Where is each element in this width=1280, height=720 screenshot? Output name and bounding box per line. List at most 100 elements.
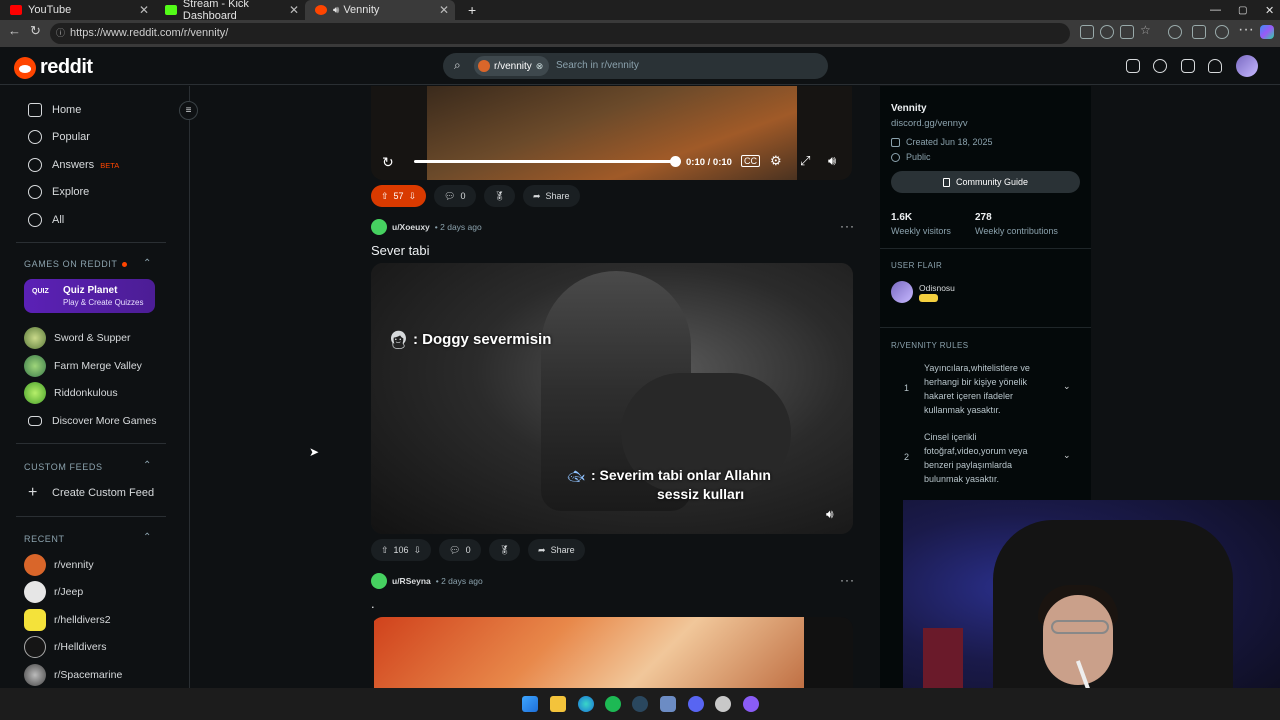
read-aloud-icon[interactable]: [1120, 25, 1134, 39]
recent-title[interactable]: RECENT: [24, 534, 65, 544]
site-info-icon[interactable]: ⓘ: [56, 23, 65, 44]
close-icon[interactable]: ✕: [139, 3, 149, 17]
rule-item[interactable]: 2 Cinsel içerikli fotoğraf,video,yorum v…: [900, 430, 1080, 486]
maximize-button[interactable]: ▢: [1228, 0, 1247, 20]
app-icon[interactable]: [715, 696, 731, 712]
post-media[interactable]: [371, 617, 853, 688]
recent-item-vennity[interactable]: r/vennity: [24, 554, 94, 576]
sidebar-item-home[interactable]: Home: [28, 100, 81, 120]
upvote-icon[interactable]: ⇧: [381, 545, 389, 556]
app-icon[interactable]: [743, 696, 759, 712]
minimize-button[interactable]: —: [1200, 0, 1221, 20]
url-input[interactable]: ⓘ https://www.reddit.com/r/vennity/: [50, 23, 1070, 44]
back-icon[interactable]: ←: [8, 23, 21, 38]
flair-avatar[interactable]: [891, 281, 913, 303]
avatar[interactable]: [371, 573, 387, 589]
community-guide-button[interactable]: Community Guide: [891, 171, 1080, 193]
sidebar-game-riddonkulous[interactable]: Riddonkulous: [24, 382, 118, 404]
search-input[interactable]: ⌕ r/vennity ⊗ Search in r/vennity: [443, 53, 828, 79]
collapse-sidebar-icon[interactable]: ≡: [179, 101, 198, 120]
volume-icon[interactable]: 🔊︎: [826, 507, 834, 522]
award-button[interactable]: 🏅︎: [483, 185, 515, 207]
reddit-logo[interactable]: reddit: [14, 56, 93, 79]
replay-icon[interactable]: ↻: [382, 154, 394, 171]
collections-icon[interactable]: [1192, 25, 1206, 39]
discord-icon[interactable]: [688, 696, 704, 712]
post-author[interactable]: u/Xoeuxy: [392, 222, 430, 232]
app-icon[interactable]: [660, 696, 676, 712]
user-avatar[interactable]: [1236, 55, 1258, 77]
comments-button[interactable]: 💬︎ 0: [439, 539, 481, 561]
zoom-icon[interactable]: [1100, 25, 1114, 39]
fullscreen-icon[interactable]: ⤢: [800, 153, 810, 169]
video-progress-bar[interactable]: [414, 156, 681, 167]
post-author[interactable]: u/RSeyna: [392, 576, 431, 586]
games-section-title[interactable]: GAMES ON REDDIT: [24, 259, 128, 269]
more-options-icon[interactable]: ···: [840, 573, 855, 587]
performance-icon[interactable]: [1215, 25, 1229, 39]
post-title[interactable]: .: [371, 596, 375, 611]
copilot-icon[interactable]: [1260, 25, 1274, 39]
reload-icon[interactable]: ↻: [30, 23, 41, 39]
search-community-chip[interactable]: r/vennity ⊗: [474, 56, 550, 76]
tab-vennity[interactable]: 🔊︎ Vennity ✕: [305, 0, 455, 20]
edge-browser-icon[interactable]: [578, 696, 594, 712]
award-button[interactable]: 🏅︎: [488, 539, 521, 561]
sidebar-item-all[interactable]: All: [28, 210, 64, 230]
settings-gear-icon[interactable]: ⚙: [770, 153, 782, 169]
file-explorer-icon[interactable]: [550, 696, 566, 712]
close-icon[interactable]: ✕: [289, 3, 299, 17]
custom-feeds-title[interactable]: CUSTOM FEEDS: [24, 462, 103, 472]
clear-chip-icon[interactable]: ⊗: [536, 61, 544, 72]
upvote-icon[interactable]: ⇧: [381, 191, 389, 202]
vote-buttons[interactable]: ⇧ 106 ⇩: [371, 539, 432, 561]
progress-knob[interactable]: [670, 156, 681, 167]
quiz-planet-banner[interactable]: QUIZ Quiz Planet Play & Create Quizzes: [24, 279, 155, 313]
tab-kick[interactable]: Stream - Kick Dashboard ✕: [155, 0, 305, 22]
recent-item-jeep[interactable]: r/Jeep: [24, 581, 83, 603]
recent-item-helldivers[interactable]: r/Helldivers: [24, 636, 107, 658]
community-link[interactable]: discord.gg/vennyv: [891, 118, 968, 129]
sidebar-item-answers[interactable]: Answers BETA: [28, 155, 119, 175]
create-custom-feed[interactable]: + Create Custom Feed: [28, 483, 154, 503]
chevron-up-icon[interactable]: ⌃: [143, 258, 151, 269]
recent-item-spacemarine[interactable]: r/Spacemarine: [24, 664, 122, 686]
spotify-icon[interactable]: [605, 696, 621, 712]
notifications-bell-icon[interactable]: [1208, 59, 1222, 73]
sidebar-game-sword-supper[interactable]: Sword & Supper: [24, 327, 130, 349]
vote-buttons[interactable]: ⇧ 57 ⇩: [371, 185, 427, 207]
more-options-icon[interactable]: ···: [840, 219, 855, 233]
new-tab-button[interactable]: +: [458, 0, 478, 20]
chat-icon[interactable]: [1153, 59, 1167, 73]
volume-icon[interactable]: 🔊︎: [828, 153, 836, 169]
chevron-down-icon[interactable]: ⌄: [1063, 381, 1071, 392]
windows-start-icon[interactable]: [522, 696, 538, 712]
downvote-icon[interactable]: ⇩: [414, 545, 422, 556]
post-title[interactable]: Sever tabi: [371, 243, 430, 258]
more-menu-icon[interactable]: ···: [1238, 21, 1254, 38]
post-media[interactable]: 👩︎ : Doggy severmisin 🐟︎ : Severim tabi …: [371, 263, 853, 534]
avatar[interactable]: [371, 219, 387, 235]
create-post-icon[interactable]: [1181, 59, 1195, 73]
sidebar-item-popular[interactable]: Popular: [28, 127, 90, 147]
comments-button[interactable]: 💬︎ 0: [434, 185, 476, 207]
downvote-icon[interactable]: ⇩: [409, 191, 417, 202]
share-button[interactable]: ➦ Share: [528, 539, 585, 561]
chevron-up-icon[interactable]: ⌃: [143, 460, 151, 471]
tab-youtube[interactable]: YouTube ✕: [0, 0, 155, 20]
captions-icon[interactable]: CC: [741, 155, 760, 167]
steam-icon[interactable]: [632, 696, 648, 712]
sidebar-item-explore[interactable]: Explore: [28, 182, 89, 202]
share-button[interactable]: ➦ Share: [523, 185, 580, 207]
close-icon[interactable]: ✕: [439, 3, 449, 17]
favorite-star-icon[interactable]: ☆: [1140, 23, 1154, 37]
sidebar-discover-games[interactable]: Discover More Games: [28, 410, 156, 432]
chevron-up-icon[interactable]: ⌃: [143, 532, 151, 543]
sidebar-game-farm-merge-valley[interactable]: Farm Merge Valley: [24, 355, 142, 377]
advertise-icon[interactable]: [1126, 59, 1140, 73]
extensions-icon[interactable]: [1080, 25, 1094, 39]
rule-item[interactable]: 1 Yayıncılara,whitelistlere ve herhangi …: [900, 361, 1080, 417]
chevron-down-icon[interactable]: ⌄: [1063, 450, 1071, 461]
recent-item-helldivers2[interactable]: r/helldivers2: [24, 609, 111, 631]
browser-extension-icon[interactable]: [1168, 25, 1182, 39]
